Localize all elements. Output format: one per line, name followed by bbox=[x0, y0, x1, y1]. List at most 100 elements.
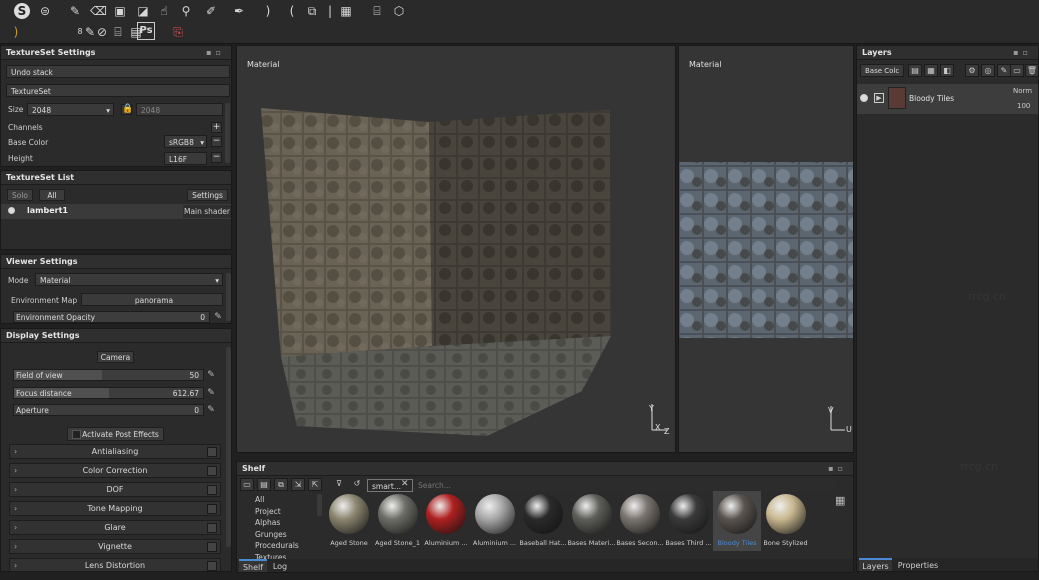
shader-button[interactable]: Main shader bbox=[183, 205, 231, 218]
panel-controls-icon[interactable]: ▪▫ bbox=[206, 46, 225, 60]
checkbox[interactable] bbox=[207, 523, 217, 533]
channel-dropdown[interactable]: Base Colc bbox=[860, 64, 904, 77]
material-item[interactable]: Baseball Hat... bbox=[519, 491, 567, 551]
clone-stamp-icon[interactable]: ⚲ bbox=[178, 3, 194, 19]
tree-item-grunges[interactable]: Grunges bbox=[255, 529, 287, 541]
eraser-icon[interactable]: ⌫ bbox=[90, 3, 107, 19]
material-item[interactable]: Aluminium ... bbox=[471, 491, 519, 551]
lock-icon[interactable]: 🔒 bbox=[121, 104, 133, 115]
panel-controls-icon[interactable]: ▪▫ bbox=[828, 462, 847, 476]
panel-controls-icon[interactable]: ▪▫ bbox=[1013, 46, 1032, 60]
filter-icon[interactable]: ⊽ bbox=[332, 478, 346, 491]
tab-log[interactable]: Log bbox=[269, 559, 291, 572]
photoshop-export-icon[interactable]: Ps bbox=[137, 22, 155, 40]
add-folder-icon[interactable]: ▭ bbox=[1010, 64, 1024, 77]
tree-item-all[interactable]: All bbox=[255, 494, 264, 506]
remove-height-icon[interactable]: − bbox=[211, 152, 222, 163]
blend-mode[interactable]: Norm bbox=[1013, 87, 1032, 95]
close-icon[interactable]: ✕ bbox=[401, 479, 409, 489]
polygon-fill-icon[interactable]: ◪ bbox=[135, 3, 151, 19]
size-dropdown[interactable]: 2048 ▾ bbox=[27, 103, 114, 116]
focus-distance-slider[interactable]: Focus distance 612.67 bbox=[13, 387, 204, 399]
camera-capture-icon[interactable]: ⌸ bbox=[110, 24, 126, 40]
checkbox[interactable] bbox=[207, 447, 217, 457]
new-folder-icon[interactable]: ▤ bbox=[257, 478, 271, 491]
layer-opacity[interactable]: 100 bbox=[1017, 102, 1030, 110]
remove-channel-icon[interactable]: − bbox=[211, 136, 222, 147]
projection-icon[interactable]: ▣ bbox=[112, 3, 128, 19]
undo-stack-button[interactable]: Undo stack bbox=[6, 65, 230, 78]
edit-icon[interactable]: ✎ bbox=[213, 312, 223, 322]
camera-icon[interactable]: ⌸ bbox=[369, 3, 385, 19]
smudge-icon[interactable]: ☝ bbox=[156, 3, 172, 19]
edit-icon[interactable]: ✎ bbox=[206, 370, 216, 380]
tab-layers[interactable]: Layers bbox=[859, 558, 892, 571]
checkbox[interactable] bbox=[72, 430, 81, 439]
delete-layer-icon[interactable]: 🗑 bbox=[1025, 64, 1038, 77]
add-filter-icon[interactable]: ◎ bbox=[981, 64, 995, 77]
mirror-left-icon[interactable]: ) bbox=[260, 3, 276, 19]
material-item[interactable]: Bases Materi... bbox=[567, 491, 616, 551]
effect-row-tone-mapping[interactable]: › Tone Mapping bbox=[9, 501, 221, 516]
radio-icon[interactable] bbox=[8, 207, 15, 214]
copy-folder-icon[interactable]: ⧉ bbox=[274, 478, 288, 491]
export-icon[interactable]: ⇱ bbox=[308, 478, 322, 491]
grid-view-icon[interactable]: ▦ bbox=[835, 494, 845, 507]
material-item[interactable]: Bloody Tiles bbox=[713, 491, 761, 551]
scrollbar[interactable] bbox=[226, 273, 231, 321]
add-mask-icon[interactable]: ◧ bbox=[940, 64, 954, 77]
brush-size-icon[interactable]: ) bbox=[8, 24, 24, 40]
env-map-field[interactable]: panorama bbox=[81, 293, 223, 306]
effect-row-color-correction[interactable]: › Color Correction bbox=[9, 463, 221, 478]
add-channel-icon[interactable]: + bbox=[211, 122, 222, 133]
add-fill-layer-icon[interactable]: ▦ bbox=[924, 64, 938, 77]
tree-item-procedurals[interactable]: Procedurals bbox=[255, 540, 299, 552]
edit-icon[interactable]: ✎ bbox=[206, 405, 216, 415]
settings-button[interactable]: Settings bbox=[187, 189, 228, 201]
textureset-field[interactable]: TextureSet bbox=[6, 84, 230, 97]
effect-row-lens-distortion[interactable]: › Lens Distortion bbox=[9, 558, 221, 571]
effect-row-vignette[interactable]: › Vignette bbox=[9, 539, 221, 554]
checkbox[interactable] bbox=[207, 542, 217, 552]
visibility-icon[interactable] bbox=[860, 94, 868, 102]
edit-icon[interactable]: ✎ bbox=[206, 388, 216, 398]
viewport-2d[interactable]: Material V U bbox=[678, 45, 854, 453]
checkbox[interactable] bbox=[207, 561, 217, 571]
paint-effect-icon[interactable]: ✎ bbox=[997, 64, 1011, 77]
refresh-icon[interactable]: ↺ bbox=[350, 478, 364, 491]
effect-row-glare[interactable]: › Glare bbox=[9, 520, 221, 535]
material-item[interactable]: Bases Secon... bbox=[616, 491, 664, 551]
scrollbar[interactable] bbox=[226, 347, 231, 547]
mode-dropdown[interactable]: Material ▾ bbox=[35, 273, 223, 286]
tab-shelf[interactable]: Shelf bbox=[239, 559, 267, 572]
add-effect-icon[interactable]: ⚙ bbox=[965, 64, 979, 77]
texture-mode-icon[interactable]: ⧉ bbox=[304, 3, 320, 19]
material-item[interactable]: Bases Third ... bbox=[665, 491, 713, 551]
color-picker-icon[interactable]: ✐ bbox=[203, 3, 219, 19]
tree-item-project[interactable]: Project bbox=[255, 506, 281, 518]
mirror-right-icon[interactable]: ( bbox=[284, 3, 300, 19]
fov-slider[interactable]: Field of view 50 bbox=[13, 369, 204, 381]
geometry-mask-icon[interactable]: ✒ bbox=[231, 3, 247, 19]
expand-icon[interactable]: ▶ bbox=[874, 93, 884, 103]
all-button[interactable]: All bbox=[39, 189, 65, 201]
export-icon[interactable]: ⎘ bbox=[170, 24, 186, 40]
base-color-format-dropdown[interactable]: sRGB8 ▾ bbox=[164, 135, 207, 148]
aperture-slider[interactable]: Aperture 0 bbox=[13, 404, 204, 416]
folder-icon[interactable]: ▭ bbox=[240, 478, 254, 491]
effect-row-antialiasing[interactable]: › Antialiasing bbox=[9, 444, 221, 459]
checkbox[interactable] bbox=[207, 466, 217, 476]
scrollbar[interactable] bbox=[225, 103, 230, 163]
checkbox[interactable] bbox=[207, 485, 217, 495]
effect-row-dof[interactable]: › DOF bbox=[9, 482, 221, 497]
tab-properties[interactable]: Properties bbox=[895, 558, 941, 571]
stencil-icon[interactable]: ⊘ bbox=[94, 24, 110, 40]
solo-button[interactable]: Solo bbox=[7, 189, 33, 201]
material-item[interactable]: Aluminium ... bbox=[422, 491, 470, 551]
checkbox[interactable] bbox=[207, 504, 217, 514]
cube-icon[interactable]: ⬡ bbox=[391, 3, 407, 19]
add-layer-icon[interactable]: ▤ bbox=[908, 64, 922, 77]
tree-item-alphas[interactable]: Alphas bbox=[255, 517, 280, 529]
material-item[interactable]: Bone Stylized bbox=[762, 491, 810, 551]
viewport-mode-icon[interactable]: ▦ bbox=[338, 3, 354, 19]
